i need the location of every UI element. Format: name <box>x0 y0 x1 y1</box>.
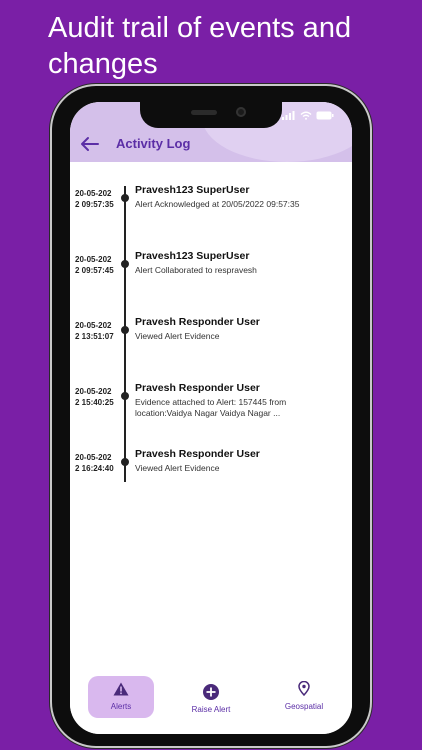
nav-raise-alert-tab[interactable]: Raise Alert <box>185 674 237 716</box>
activity-time: 20-05-2022 09:57:45 <box>75 255 114 275</box>
timeline-dot <box>121 260 129 268</box>
app-screen: Activity Log 20-05-2022 09:57:35 Pravesh… <box>70 102 352 734</box>
activity-description: Alert Collaborated to respravesh <box>135 265 257 275</box>
arrow-left-icon[interactable] <box>80 136 100 152</box>
promo-headline: Audit trail of events and changes <box>48 12 352 80</box>
activity-description: Evidence attached to Alert: 157445 from … <box>135 397 287 418</box>
warning-icon <box>113 682 129 696</box>
nav-alerts-tab[interactable]: Alerts <box>88 676 154 718</box>
activity-timeline: 20-05-2022 09:57:35 Pravesh123 SuperUser… <box>70 170 352 610</box>
wifi-icon <box>300 111 312 120</box>
activity-time: 20-05-2022 15:40:25 <box>75 387 114 407</box>
phone-frame: Activity Log 20-05-2022 09:57:35 Pravesh… <box>52 86 370 746</box>
activity-item[interactable]: 20-05-2022 15:40:25 Pravesh Responder Us… <box>70 378 352 438</box>
timeline-dot <box>121 392 129 400</box>
speaker <box>191 110 217 115</box>
nav-geospatial-label: Geospatial <box>284 702 324 711</box>
timeline-dot <box>121 194 129 202</box>
activity-user: Pravesh Responder User <box>135 382 260 394</box>
nav-geospatial-tab[interactable]: Geospatial <box>276 674 332 716</box>
activity-user: Pravesh123 SuperUser <box>135 184 250 196</box>
battery-icon <box>316 111 334 120</box>
activity-item[interactable]: 20-05-2022 09:57:35 Pravesh123 SuperUser… <box>70 180 352 240</box>
activity-item[interactable]: 20-05-2022 13:51:07 Pravesh Responder Us… <box>70 312 352 372</box>
activity-description: Alert Acknowledged at 20/05/2022 09:57:3… <box>135 199 300 209</box>
plus-circle-icon <box>203 684 219 700</box>
nav-alerts-label: Alerts <box>110 702 132 711</box>
signal-icon <box>282 111 295 120</box>
page-title: Activity Log <box>116 136 191 151</box>
activity-description: Viewed Alert Evidence <box>135 331 220 341</box>
activity-time: 20-05-2022 09:57:35 <box>75 189 114 209</box>
activity-description: Viewed Alert Evidence <box>135 463 220 473</box>
nav-raise-alert-label: Raise Alert <box>191 705 231 714</box>
activity-time: 20-05-2022 16:24:40 <box>75 453 114 473</box>
phone-notch <box>140 102 282 128</box>
status-bar <box>282 111 334 120</box>
activity-user: Pravesh123 SuperUser <box>135 250 250 262</box>
bottom-navigation: Alerts Raise Alert Geospatial <box>70 674 352 734</box>
activity-item[interactable]: 20-05-2022 09:57:45 Pravesh123 SuperUser… <box>70 246 352 306</box>
activity-user: Pravesh Responder User <box>135 448 260 460</box>
activity-user: Pravesh Responder User <box>135 316 260 328</box>
activity-item[interactable]: 20-05-2022 16:24:40 Pravesh Responder Us… <box>70 444 352 504</box>
activity-time: 20-05-2022 13:51:07 <box>75 321 114 341</box>
timeline-dot <box>121 458 129 466</box>
camera <box>236 107 246 117</box>
location-pin-icon <box>298 681 310 696</box>
timeline-dot <box>121 326 129 334</box>
